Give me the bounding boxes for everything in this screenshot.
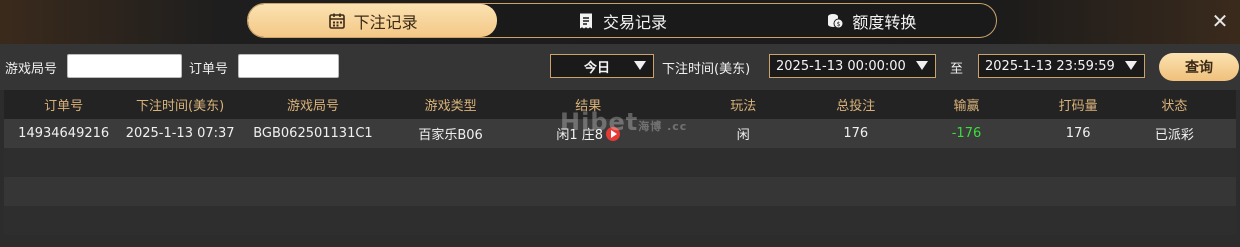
tab-label: 交易记录 xyxy=(602,12,667,32)
header-total-bet: 总投注 xyxy=(836,99,876,114)
header-order-no: 订单号 xyxy=(44,99,84,114)
game-round-input[interactable] xyxy=(67,54,182,78)
tab-label: 额度转换 xyxy=(852,12,917,32)
header-bet-time: 下注时间(美东) xyxy=(136,99,225,114)
order-no-cell: 14934649216 xyxy=(18,126,110,141)
calendar-icon xyxy=(328,13,345,29)
receipt-icon xyxy=(579,13,592,28)
total-bet-cell: 176 xyxy=(843,126,869,141)
close-icon[interactable]: ✕ xyxy=(1210,11,1230,31)
status-cell: 已派彩 xyxy=(1154,128,1194,143)
header-turnover: 打码量 xyxy=(1058,99,1098,114)
empty-row xyxy=(4,148,1236,177)
turnover-cell: 176 xyxy=(1065,126,1091,141)
tab-bet-records[interactable]: 下注记录 xyxy=(248,4,498,37)
empty-row xyxy=(4,177,1236,206)
tab-transaction-records[interactable]: 交易记录 xyxy=(497,4,746,37)
query-button[interactable]: 查询 xyxy=(1159,53,1239,81)
header-play-type: 玩法 xyxy=(730,99,757,114)
svg-text:$: $ xyxy=(837,21,841,28)
to-label: 至 xyxy=(950,62,964,77)
filter-bar: 游戏局号 订单号 今日 下注时间(美东) 2025-1-13 00:00:00 … xyxy=(0,44,1240,90)
watermark: Hibet海博 .cc xyxy=(560,108,687,136)
end-time-value: 2025-1-13 23:59:59 xyxy=(985,58,1115,74)
tab-label: 下注记录 xyxy=(353,12,418,32)
order-label: 订单号 xyxy=(189,62,229,77)
chevron-down-icon xyxy=(634,61,646,70)
watermark-sub: 海博 .cc xyxy=(638,120,688,133)
empty-row xyxy=(4,206,1236,235)
bet-time-label: 下注时间(美东) xyxy=(662,62,751,77)
chevron-down-icon xyxy=(1125,61,1137,70)
header-status: 状态 xyxy=(1161,99,1188,114)
game-type-cell: 百家乐B06 xyxy=(418,128,483,143)
tab-credit-transfer[interactable]: $ 额度转换 xyxy=(747,4,996,37)
header-win-loss: 输赢 xyxy=(953,99,980,114)
period-select[interactable]: 今日 xyxy=(550,54,654,78)
top-bar: 下注记录 交易记录 $ 额度转换 ✕ xyxy=(0,0,1240,44)
tab-bar: 下注记录 交易记录 $ 额度转换 xyxy=(247,3,997,38)
start-time-value: 2025-1-13 00:00:00 xyxy=(776,58,906,74)
watermark-main: Hibet xyxy=(560,108,639,136)
order-input[interactable] xyxy=(238,54,339,78)
win-loss-cell: -176 xyxy=(951,126,982,141)
game-round-cell: BGB062501131C1 xyxy=(253,126,373,141)
start-time-select[interactable]: 2025-1-13 00:00:00 xyxy=(769,54,936,78)
game-round-label: 游戏局号 xyxy=(5,62,58,77)
header-game-type: 游戏类型 xyxy=(424,99,477,114)
play-type-cell: 闲 xyxy=(736,128,750,143)
period-value: 今日 xyxy=(584,60,611,76)
end-time-select[interactable]: 2025-1-13 23:59:59 xyxy=(978,54,1145,78)
header-game-round: 游戏局号 xyxy=(286,99,339,114)
coins-icon: $ xyxy=(828,13,844,28)
bet-time-cell: 2025-1-13 07:37 xyxy=(125,126,235,141)
chevron-down-icon xyxy=(916,61,928,70)
